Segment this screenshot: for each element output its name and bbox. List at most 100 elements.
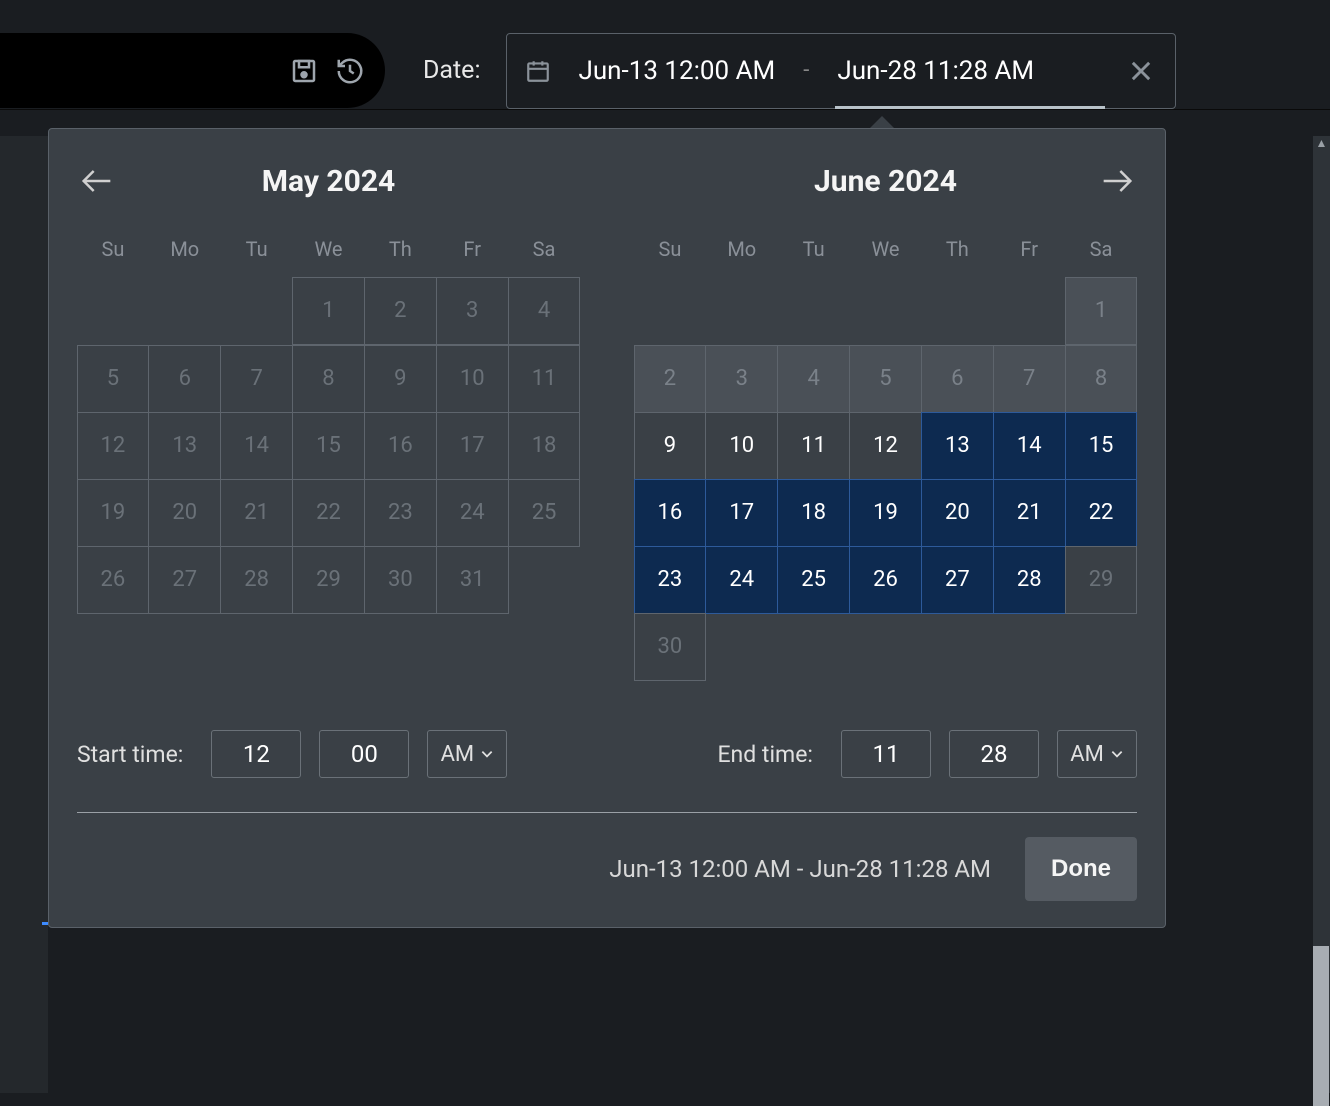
date-range-input[interactable]: Jun-13 12:00 AM - Jun-28 11:28 AM	[506, 33, 1176, 109]
day-cell-selected[interactable]: 15	[1065, 412, 1138, 480]
date-picker-popup: May 2024 SuMoTuWeThFrSa 1234567891011121…	[48, 128, 1166, 928]
dow-label: Su	[77, 227, 149, 271]
prev-month-button[interactable]	[77, 161, 117, 201]
day-cell: 23	[364, 479, 437, 547]
scrollbar[interactable]: ▲	[1312, 136, 1330, 1093]
day-cell: 30	[364, 546, 437, 614]
day-cell-overflow: 8	[1065, 345, 1138, 413]
day-cell: 24	[436, 479, 509, 547]
dow-label: Fr	[436, 227, 508, 271]
day-cell-selected[interactable]: 16	[634, 479, 707, 547]
chevron-down-icon	[480, 747, 494, 761]
day-cell: 2	[364, 277, 437, 345]
dow-label: Fr	[993, 227, 1065, 271]
range-end-display[interactable]: Jun-28 11:28 AM	[837, 56, 1034, 86]
day-cell: 10	[436, 345, 509, 413]
day-cell: 19	[77, 479, 150, 547]
range-separator: -	[803, 58, 809, 83]
day-cell: 15	[292, 412, 365, 480]
end-active-underline	[835, 106, 1105, 109]
chevron-down-icon	[1110, 747, 1124, 761]
day-cell-overflow: 5	[849, 345, 922, 413]
dow-label: We	[850, 227, 922, 271]
dow-label: Tu	[778, 227, 850, 271]
end-minute-input[interactable]	[949, 730, 1039, 778]
day-cell: 21	[220, 479, 293, 547]
day-cell-overflow: 4	[777, 345, 850, 413]
save-icon[interactable]	[289, 56, 319, 86]
day-cell-selected[interactable]: 18	[777, 479, 850, 547]
start-time-label: Start time:	[77, 741, 183, 768]
start-ampm-value: AM	[441, 742, 475, 767]
day-cell-selected[interactable]: 13	[921, 412, 994, 480]
day-cell-selected[interactable]: 24	[705, 546, 778, 614]
history-icon[interactable]	[335, 56, 365, 86]
day-cell: 7	[220, 345, 293, 413]
day-cell: 1	[292, 277, 365, 345]
day-cell-overflow: 3	[705, 345, 778, 413]
dow-label: Mo	[706, 227, 778, 271]
day-cell: 13	[148, 412, 221, 480]
day-cell: 29	[1065, 546, 1138, 614]
divider	[77, 812, 1137, 813]
start-minute-input[interactable]	[319, 730, 409, 778]
toolbar-pill	[0, 33, 385, 108]
day-cell: 22	[292, 479, 365, 547]
day-cell-selected[interactable]: 19	[849, 479, 922, 547]
day-cell: 30	[634, 613, 707, 681]
day-cell: 27	[148, 546, 221, 614]
day-cell: 26	[77, 546, 150, 614]
day-cell: 18	[508, 412, 581, 480]
day-cell: 5	[77, 345, 150, 413]
day-cell-overflow: 1	[1065, 277, 1138, 345]
next-month-button[interactable]	[1097, 161, 1137, 201]
day-cell-selected[interactable]: 21	[993, 479, 1066, 547]
day-cell-selected[interactable]: 14	[993, 412, 1066, 480]
day-cell: 29	[292, 546, 365, 614]
end-ampm-value: AM	[1070, 742, 1104, 767]
start-time-block: Start time: AM	[77, 730, 577, 778]
day-cell: 6	[148, 345, 221, 413]
dow-label: Th	[921, 227, 993, 271]
range-start-display[interactable]: Jun-13 12:00 AM	[579, 56, 776, 86]
toolbar: Date: Jun-13 12:00 AM - Jun-28 11:28 AM	[0, 0, 1330, 110]
dow-label: Th	[364, 227, 436, 271]
day-cell: 3	[436, 277, 509, 345]
day-cell: 17	[436, 412, 509, 480]
end-ampm-select[interactable]: AM	[1057, 730, 1137, 778]
day-cell-selected[interactable]: 27	[921, 546, 994, 614]
month-panel-right: June 2024 SuMoTuWeThFrSa 123456789101112…	[634, 159, 1137, 680]
done-button[interactable]: Done	[1025, 837, 1137, 901]
range-summary: Jun-13 12:00 AM - Jun-28 11:28 AM	[609, 855, 991, 883]
dow-label: Tu	[221, 227, 293, 271]
end-time-label: End time:	[717, 741, 813, 768]
day-cell-selected[interactable]: 26	[849, 546, 922, 614]
dow-label: Mo	[149, 227, 221, 271]
start-hour-input[interactable]	[211, 730, 301, 778]
end-time-block: End time: AM	[637, 730, 1137, 778]
scroll-thumb[interactable]	[1313, 946, 1329, 1106]
start-ampm-select[interactable]: AM	[427, 730, 507, 778]
day-cell-selected[interactable]: 17	[705, 479, 778, 547]
scroll-up-icon[interactable]: ▲	[1313, 136, 1330, 156]
day-cell: 9	[364, 345, 437, 413]
day-cell[interactable]: 11	[777, 412, 850, 480]
day-cell-overflow: 6	[921, 345, 994, 413]
day-cell-selected[interactable]: 22	[1065, 479, 1138, 547]
day-cell: 14	[220, 412, 293, 480]
day-cell-selected[interactable]: 25	[777, 546, 850, 614]
left-panel-sliver	[0, 136, 48, 1093]
day-cell-selected[interactable]: 20	[921, 479, 994, 547]
day-cell: 31	[436, 546, 509, 614]
day-cell-selected[interactable]: 28	[993, 546, 1066, 614]
day-cell[interactable]: 12	[849, 412, 922, 480]
day-cell[interactable]: 9	[634, 412, 707, 480]
day-cell: 16	[364, 412, 437, 480]
day-cell[interactable]: 10	[705, 412, 778, 480]
month-title-right: June 2024	[674, 164, 1097, 199]
day-cell-selected[interactable]: 23	[634, 546, 707, 614]
end-hour-input[interactable]	[841, 730, 931, 778]
dow-label: Sa	[1065, 227, 1137, 271]
month-title-left: May 2024	[117, 164, 540, 199]
clear-icon[interactable]	[1127, 57, 1155, 85]
